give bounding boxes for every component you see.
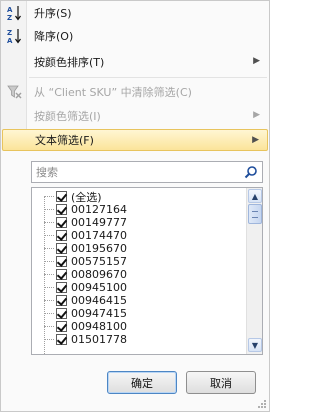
scroll-thumb[interactable] bbox=[248, 204, 262, 224]
list-item[interactable]: 00809670 bbox=[44, 268, 127, 281]
submenu-arrow-icon: ▶ bbox=[253, 56, 260, 66]
checkbox[interactable] bbox=[56, 204, 67, 215]
checkbox[interactable] bbox=[56, 334, 67, 345]
search-icon[interactable] bbox=[244, 165, 258, 179]
filter-dropdown-menu: A Z 升序(S) Z A 降序(O) 按颜色排序(T) ▶ 从 “Client… bbox=[0, 0, 270, 412]
svg-text:Z: Z bbox=[7, 29, 12, 37]
sort-az-icon: A Z bbox=[2, 2, 28, 24]
checkbox[interactable] bbox=[56, 308, 67, 319]
menu-item-sort-by-color[interactable]: 按颜色排序(T) ▶ bbox=[2, 51, 268, 73]
list-item[interactable]: 00948100 bbox=[44, 320, 127, 333]
menu-item-sort-ascending[interactable]: A Z 升序(S) bbox=[2, 2, 268, 24]
list-item-label: 00809670 bbox=[71, 268, 127, 281]
menu-item-label: 升序(S) bbox=[34, 7, 72, 20]
list-item[interactable]: 00946415 bbox=[44, 294, 127, 307]
checkbox[interactable] bbox=[56, 243, 67, 254]
search-box bbox=[31, 161, 263, 183]
list-item-label: 00174470 bbox=[71, 229, 127, 242]
search-input[interactable] bbox=[32, 162, 232, 182]
checkbox[interactable] bbox=[56, 269, 67, 280]
list-item-label: 00195670 bbox=[71, 242, 127, 255]
list-item-label: 00946415 bbox=[71, 294, 127, 307]
checkbox[interactable] bbox=[56, 191, 67, 202]
list-item[interactable]: 00575157 bbox=[44, 255, 127, 268]
svg-text:A: A bbox=[7, 6, 13, 14]
scroll-up-button[interactable]: ▲ bbox=[248, 189, 262, 203]
menu-item-label: 从 “Client SKU” 中清除筛选(C) bbox=[34, 86, 192, 99]
list-item[interactable]: 00945100 bbox=[44, 281, 127, 294]
menu-item-text-filters[interactable]: 文本筛选(F) ▶ bbox=[2, 129, 268, 151]
checkbox[interactable] bbox=[56, 230, 67, 241]
checkbox[interactable] bbox=[56, 217, 67, 228]
resize-grip-icon[interactable] bbox=[257, 399, 267, 409]
list-item-select-all[interactable]: (全选) bbox=[44, 190, 102, 204]
menu-item-sort-descending[interactable]: Z A 降序(O) bbox=[2, 25, 268, 47]
svg-text:Z: Z bbox=[7, 14, 12, 22]
list-item-label: 00948100 bbox=[71, 320, 127, 333]
list-item[interactable]: 00149777 bbox=[44, 216, 127, 229]
menu-item-clear-filter[interactable]: 从 “Client SKU” 中清除筛选(C) bbox=[2, 81, 268, 103]
ok-button[interactable]: 确定 bbox=[107, 371, 177, 394]
checkbox[interactable] bbox=[56, 256, 67, 267]
cancel-button[interactable]: 取消 bbox=[186, 371, 256, 394]
list-item[interactable]: 00174470 bbox=[44, 229, 127, 242]
submenu-arrow-icon: ▶ bbox=[252, 135, 259, 145]
vertical-scrollbar[interactable]: ▲ ▼ bbox=[246, 188, 262, 354]
menu-item-label: 按颜色排序(T) bbox=[34, 56, 105, 69]
menu-item-label: 降序(O) bbox=[34, 30, 74, 43]
list-item[interactable]: 01501778 bbox=[44, 333, 127, 346]
list-item-label: 00947415 bbox=[71, 307, 127, 320]
scroll-down-button[interactable]: ▼ bbox=[248, 338, 262, 352]
list-item-label: 00575157 bbox=[71, 255, 127, 268]
menu-item-filter-by-color[interactable]: 按颜色筛选(I) ▶ bbox=[2, 105, 268, 127]
list-item[interactable]: 00127164 bbox=[44, 203, 127, 216]
menu-item-label: 文本筛选(F) bbox=[35, 134, 94, 147]
menu-separator bbox=[29, 77, 267, 78]
checkbox[interactable] bbox=[56, 282, 67, 293]
submenu-arrow-icon: ▶ bbox=[253, 110, 260, 120]
list-item[interactable]: 00195670 bbox=[44, 242, 127, 255]
list-item-label: 01501778 bbox=[71, 333, 127, 346]
list-item-label: 00149777 bbox=[71, 216, 127, 229]
checkbox[interactable] bbox=[56, 295, 67, 306]
list-item[interactable]: 00947415 bbox=[44, 307, 127, 320]
list-item-label: 00945100 bbox=[71, 281, 127, 294]
clear-filter-icon bbox=[2, 81, 28, 103]
list-item-label: 00127164 bbox=[71, 203, 127, 216]
menu-item-label: 按颜色筛选(I) bbox=[34, 110, 101, 123]
value-checklist: (全选) 00127164 00149777 00174470 00195670… bbox=[31, 187, 263, 355]
checkbox[interactable] bbox=[56, 321, 67, 332]
sort-za-icon: Z A bbox=[2, 25, 28, 47]
svg-text:A: A bbox=[7, 37, 13, 45]
